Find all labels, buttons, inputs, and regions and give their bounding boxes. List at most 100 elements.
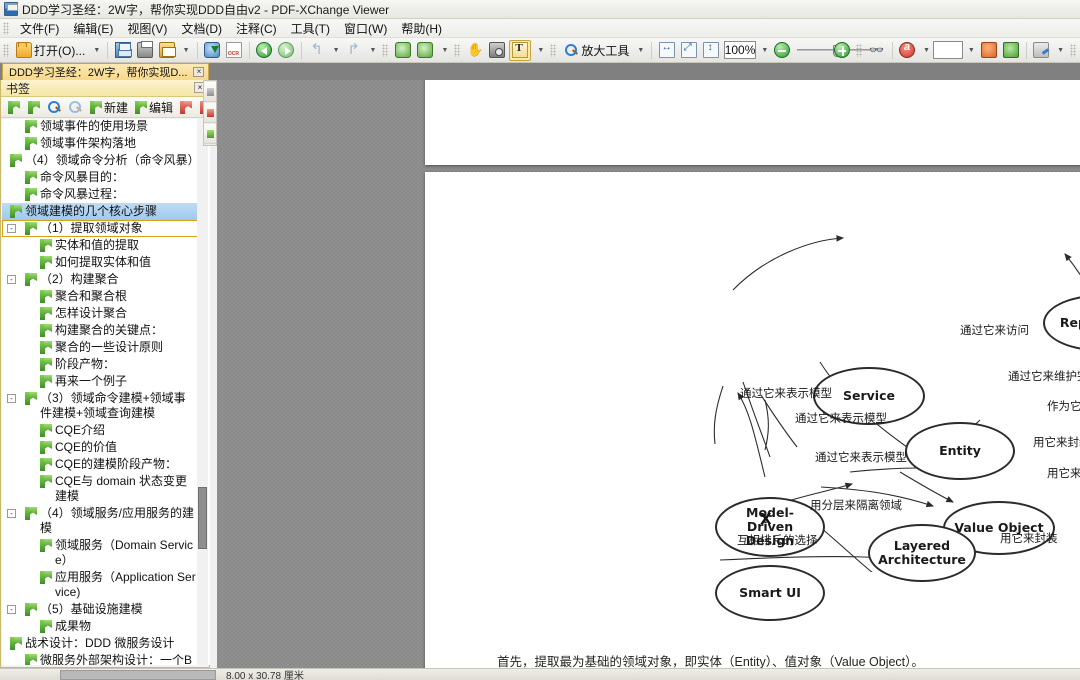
forward-button[interactable] — [276, 40, 296, 61]
zoom-slider[interactable] — [797, 42, 884, 58]
document-tab[interactable]: DDD学习圣经：2W字，帮你实现D... × — [2, 63, 210, 80]
email-dropdown[interactable]: ▼ — [179, 40, 192, 61]
email-button[interactable] — [157, 40, 177, 61]
bookmark-expander[interactable]: - — [7, 275, 16, 284]
bookmark-item[interactable]: 如何提取实体和值 — [2, 254, 198, 271]
menu-comments[interactable]: 注释(C) — [229, 18, 284, 39]
find-button[interactable] — [897, 40, 917, 61]
bookmark-item[interactable]: - （3）领域命令建模+领域事件建模+领域查询建模 — [2, 390, 198, 422]
bookmark-item[interactable]: - （5）基础设施建模 — [2, 601, 198, 618]
bookmark-expander[interactable]: - — [7, 394, 16, 403]
bookmarks-scrollbar-thumb[interactable] — [198, 487, 207, 549]
undo-dropdown[interactable]: ▼ — [329, 40, 342, 61]
zoom-level-input[interactable]: 100% — [723, 41, 757, 59]
menu-grip[interactable] — [3, 21, 10, 35]
print-button[interactable] — [135, 40, 155, 61]
rotate-dropdown[interactable]: ▼ — [437, 40, 450, 61]
download-button[interactable] — [202, 40, 222, 61]
highlight-tool-button[interactable] — [1031, 40, 1051, 61]
menu-view[interactable]: 视图(V) — [120, 18, 174, 39]
bookmark-item[interactable]: 微服务外部架构设计：一个BC代表一个微服务吗? — [2, 652, 198, 665]
rotate-right-button[interactable] — [415, 40, 435, 61]
zoom-out-button[interactable] — [772, 40, 792, 61]
bookmark-item[interactable]: 成果物 — [2, 618, 198, 635]
toolbar-grip-1[interactable] — [3, 43, 10, 57]
stamp-button[interactable] — [979, 40, 999, 61]
highlight-dropdown[interactable]: ▼ — [1053, 40, 1066, 61]
edit-bookmark-button[interactable]: 编辑 — [131, 98, 175, 116]
select-text-dropdown[interactable]: ▼ — [533, 40, 546, 61]
bookmark-item[interactable]: -（4）领域命令分析（命令风暴） — [2, 152, 200, 169]
bookmark-item[interactable]: CQE与 domain 状态变更建模 — [2, 473, 198, 505]
new-bookmark-button[interactable]: 新建 — [86, 98, 130, 116]
bookmark-item[interactable]: -战术设计：DDD 微服务设计 — [2, 635, 198, 652]
toolbar-grip-6[interactable] — [1070, 43, 1078, 57]
bookmark-item[interactable]: 构建聚合的关键点： — [2, 322, 198, 339]
bookmark-item[interactable]: CQE的建模阶段产物： — [2, 456, 198, 473]
menu-edit[interactable]: 编辑(E) — [66, 18, 120, 39]
bookmarks-tab[interactable] — [204, 124, 216, 144]
select-text-button[interactable] — [509, 39, 532, 61]
hand-tool-button[interactable]: ✋ — [465, 40, 485, 61]
delete-bookmark-button[interactable] — [176, 98, 195, 116]
bookmark-item[interactable]: 领域事件架构落地 — [2, 135, 198, 152]
bookmark-item[interactable]: - （1）提取领域对象 — [2, 220, 198, 237]
open-button[interactable]: 打开(O)... — [14, 40, 87, 61]
redo-button[interactable]: ↱ — [344, 40, 364, 61]
snapshot-button[interactable] — [487, 40, 507, 61]
bookmark-item[interactable]: -领域建模的几个核心步骤 — [2, 203, 198, 220]
bookmarks-scroll-area[interactable]: 领域事件的分析和建模步骤领域事件的使用场景领域事件架构落地-（4）领域命令分析（… — [2, 119, 210, 665]
zoom-out-button[interactable] — [65, 98, 85, 116]
search-dropdown[interactable]: ▼ — [964, 40, 977, 61]
menu-window[interactable]: 窗口(W) — [337, 18, 394, 39]
rotate-left-button[interactable] — [393, 40, 413, 61]
ocr-button[interactable] — [224, 40, 244, 61]
bookmark-item[interactable]: 应用服务（Application Service) — [2, 569, 198, 601]
menu-help[interactable]: 帮助(H) — [394, 18, 449, 39]
fit-page-button[interactable] — [679, 40, 699, 61]
toolbar-grip-3[interactable] — [454, 43, 462, 57]
bookmark-item[interactable]: 再来一个例子 — [2, 373, 198, 390]
bookmark-item[interactable]: CQE的价值 — [2, 439, 198, 456]
bookmark-item[interactable]: 命令风暴目的： — [2, 169, 198, 186]
zoom-level-dropdown[interactable]: ▼ — [757, 40, 770, 61]
document-viewport[interactable]: Service Repository Entity Aggregate Valu… — [217, 80, 1080, 680]
bookmark-item[interactable]: 领域事件的使用场景 — [2, 119, 198, 135]
bookmark-expander[interactable]: - — [7, 224, 16, 233]
bookmark-item[interactable]: 领域服务（Domain Service） — [2, 537, 198, 569]
open-dropdown[interactable]: ▼ — [89, 40, 102, 61]
toolbar-grip-4[interactable] — [550, 43, 558, 57]
redo-dropdown[interactable]: ▼ — [366, 40, 379, 61]
bookmark-item[interactable]: 命令风暴过程： — [2, 186, 198, 203]
close-icon[interactable]: × — [193, 67, 205, 77]
bookmark-expander[interactable]: - — [7, 605, 16, 614]
menu-file[interactable]: 文件(F) — [13, 18, 66, 39]
reading-glasses-button[interactable]: 👓 — [867, 40, 887, 61]
search-input[interactable] — [932, 41, 963, 59]
back-button[interactable] — [254, 40, 274, 61]
menu-document[interactable]: 文档(D) — [174, 18, 229, 39]
comments-tab[interactable] — [204, 103, 216, 123]
thumbnails-tab[interactable] — [204, 82, 216, 102]
expand-all-button[interactable] — [4, 98, 23, 116]
zoom-in-button[interactable] — [832, 40, 852, 61]
bookmark-item[interactable]: CQE介绍 — [2, 422, 198, 439]
bookmark-item[interactable]: 聚合的一些设计原则 — [2, 339, 198, 356]
bookmark-item[interactable]: 实体和值的提取 — [2, 237, 198, 254]
undo-button[interactable]: ↰ — [307, 40, 327, 61]
bookmark-item[interactable]: 怎样设计聚合 — [2, 305, 198, 322]
bookmark-expander[interactable]: - — [7, 509, 16, 518]
collapse-all-button[interactable] — [24, 98, 43, 116]
bookmarks-scrollbar[interactable] — [197, 119, 208, 665]
bookmark-item[interactable]: - （4）领域服务/应用服务的建模 — [2, 505, 198, 537]
bookmark-item[interactable]: - （2）构建聚合 — [2, 271, 198, 288]
menu-tools[interactable]: 工具(T) — [284, 18, 337, 39]
bookmark-item[interactable]: 聚合和聚合根 — [2, 288, 198, 305]
save-button[interactable] — [113, 40, 133, 61]
stamp-green-button[interactable] — [1001, 40, 1021, 61]
fit-width-button[interactable] — [657, 40, 677, 61]
find-dropdown[interactable]: ▼ — [919, 40, 932, 61]
zoom-tool-button[interactable]: 放大工具 — [561, 40, 631, 61]
fit-height-button[interactable] — [701, 40, 721, 61]
bookmark-item[interactable]: 阶段产物： — [2, 356, 198, 373]
